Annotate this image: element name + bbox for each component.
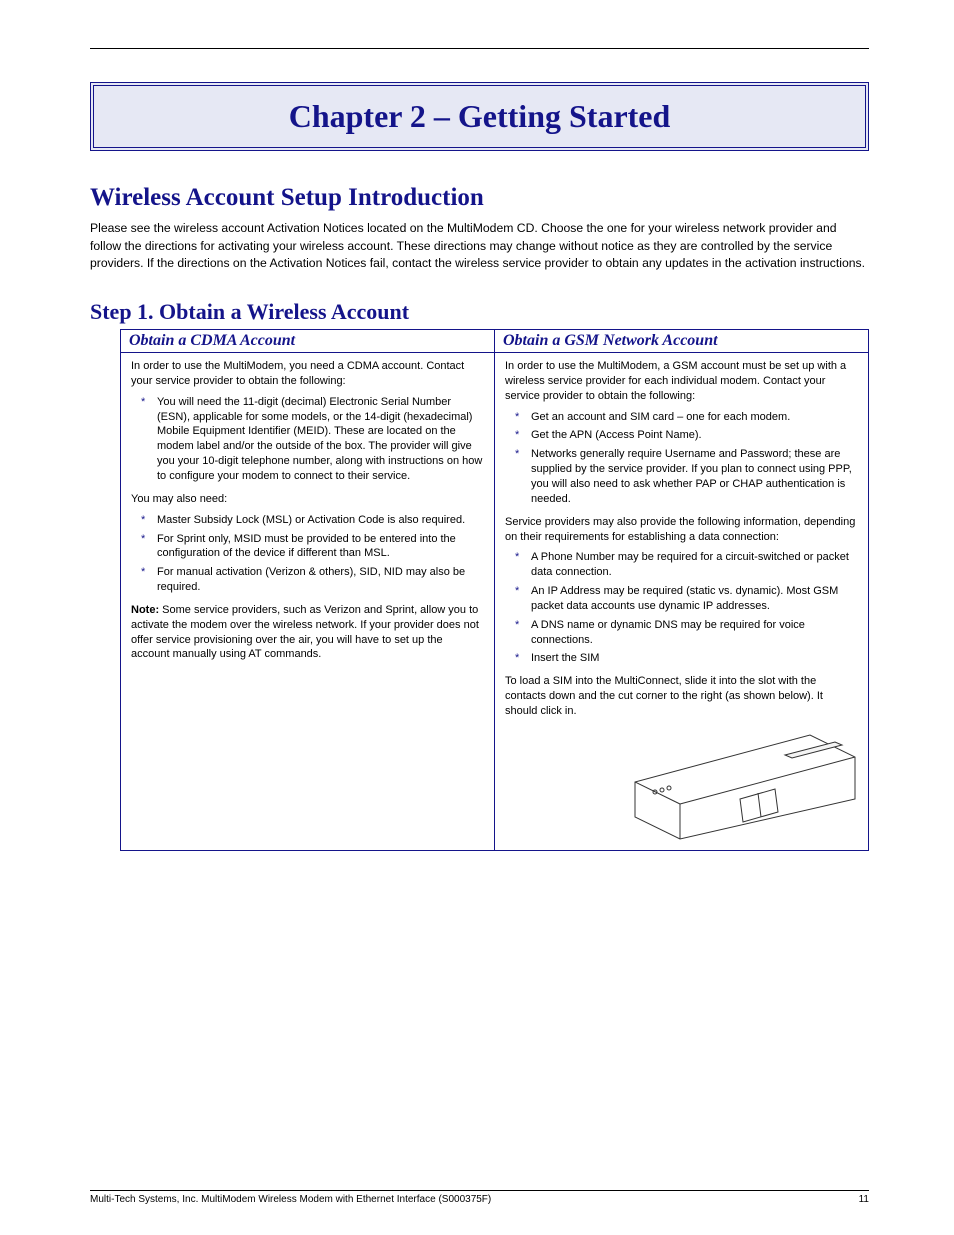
cdma-item-sid: For manual activation (Verizon & others)… [131,565,484,595]
gsm-item-phone: A Phone Number may be required for a cir… [505,550,858,580]
sim-insert-figure [630,727,860,842]
gsm-item-dns: A DNS name or dynamic DNS may be require… [505,618,858,648]
gsm-sim-text: To load a SIM into the MultiConnect, sli… [505,674,858,719]
note-body: Some service providers, such as Verizon … [131,604,479,661]
section-heading: Wireless Account Setup Introduction [90,184,869,212]
gsm-intro: In order to use the MultiModem, a GSM ac… [505,359,858,404]
page-number: 11 [859,1194,869,1205]
account-table: Obtain a CDMA Account Obtain a GSM Netwo… [120,329,869,851]
gsm-item-ip: An IP Address may be required (static vs… [505,584,858,614]
cdma-note: Note: Some service providers, such as Ve… [131,603,484,662]
cdma-intro: In order to use the MultiModem, you need… [131,359,484,389]
intro-paragraph: Please see the wireless account Activati… [90,220,869,273]
cdma-item-msid: For Sprint only, MSID must be provided t… [131,532,484,562]
step-heading: Step 1. Obtain a Wireless Account [90,299,869,325]
note-label: Note: [131,604,159,616]
chapter-banner: Chapter 2 – Getting Started [90,82,869,151]
gsm-also: Service providers may also provide the f… [505,515,858,545]
col-header-cdma: Obtain a CDMA Account [121,330,495,353]
cdma-item-esn: You will need the 11-digit (decimal) Ele… [131,395,484,484]
rule-bottom [90,1190,869,1191]
gsm-item-apn: Get the APN (Access Point Name). [505,428,858,443]
cdma-also: You may also need: [131,492,484,507]
chapter-title: Chapter 2 – Getting Started [289,98,671,134]
gsm-item-sim: Get an account and SIM card – one for ea… [505,410,858,425]
page-footer: Multi-Tech Systems, Inc. MultiModem Wire… [90,1190,869,1205]
col-header-gsm: Obtain a GSM Network Account [495,330,869,353]
cdma-item-msl: Master Subsidy Lock (MSL) or Activation … [131,513,484,528]
gsm-item-auth: Networks generally require Username and … [505,447,858,506]
gsm-item-insert: Insert the SIM [505,651,858,666]
cdma-cell: In order to use the MultiModem, you need… [121,353,495,851]
rule-top [90,48,869,49]
footer-text: Multi-Tech Systems, Inc. MultiModem Wire… [90,1194,491,1205]
gsm-cell: In order to use the MultiModem, a GSM ac… [495,353,869,851]
